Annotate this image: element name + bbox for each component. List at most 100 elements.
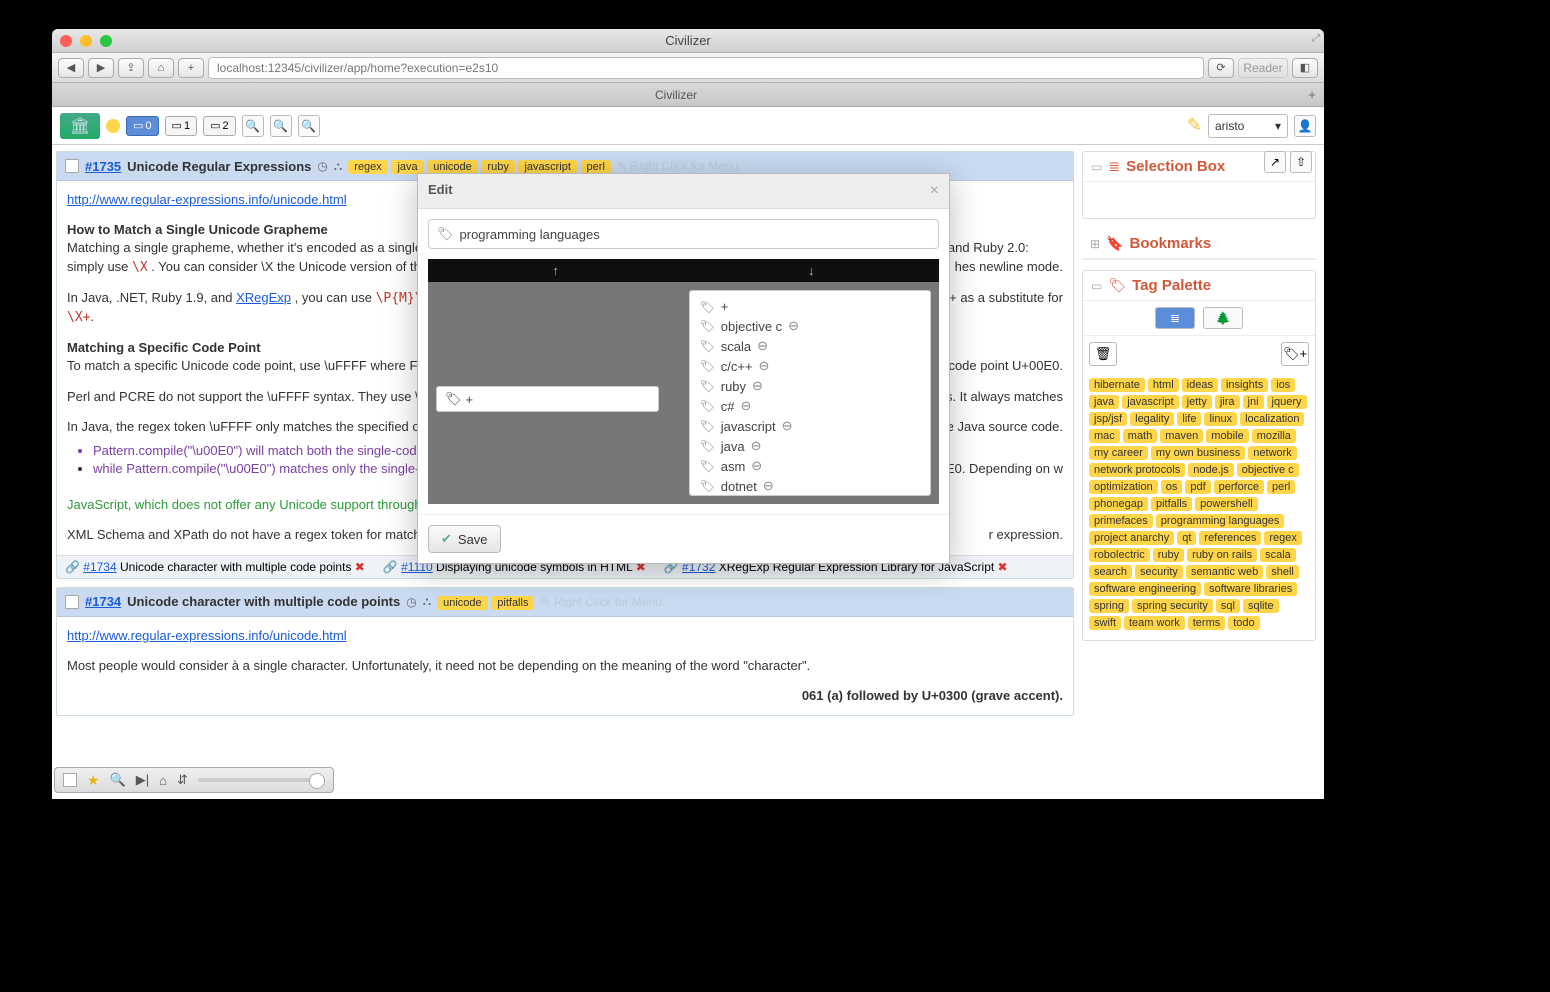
palette-tag[interactable]: objective c (1237, 463, 1299, 477)
forward-button[interactable]: ▶ (88, 58, 114, 78)
child-tag-item[interactable]: 🏷asm ⊖ (700, 456, 921, 476)
remove-child-icon[interactable]: ⊖ (740, 398, 751, 414)
palette-tag[interactable]: life (1177, 412, 1201, 426)
collapse-icon[interactable]: ▭ (1091, 279, 1102, 293)
remove-child-icon[interactable]: ⊖ (788, 318, 799, 334)
palette-tag[interactable]: semantic web (1186, 565, 1263, 579)
palette-tag[interactable]: project anarchy (1089, 531, 1174, 545)
remove-child-icon[interactable]: ⊖ (757, 338, 768, 354)
palette-tag[interactable]: swift (1089, 616, 1121, 630)
palette-tag[interactable]: terms (1188, 616, 1226, 630)
user-button[interactable]: 👤 (1294, 115, 1316, 137)
palette-tag[interactable]: references (1199, 531, 1261, 545)
checkbox[interactable] (63, 773, 77, 787)
tag-unicode[interactable]: unicode (437, 596, 488, 610)
pane-2-button[interactable]: ▭ 2 (203, 116, 236, 136)
app-logo[interactable]: 🏛 (60, 113, 100, 139)
tag-javascript[interactable]: javascript (518, 160, 576, 174)
save-button[interactable]: ✔Save (428, 525, 501, 553)
parent-arrow[interactable]: ↑ (428, 259, 684, 282)
child-tag-item[interactable]: 🏷dotnet ⊖ (700, 476, 921, 496)
palette-tag[interactable]: mobile (1206, 429, 1248, 443)
palette-tag[interactable]: software libraries (1204, 582, 1297, 596)
palette-tag[interactable]: network (1248, 446, 1297, 460)
fragment-checkbox[interactable] (65, 159, 79, 173)
reader-button[interactable]: Reader (1238, 58, 1288, 78)
child-tag-item[interactable]: 🏷javascript ⊖ (700, 416, 921, 436)
palette-tag[interactable]: jetty (1182, 395, 1212, 409)
palette-tag[interactable]: team work (1124, 616, 1185, 630)
palette-tag[interactable]: maven (1160, 429, 1203, 443)
palette-tag[interactable]: linux (1204, 412, 1237, 426)
fragment-header[interactable]: #1734 Unicode character with multiple co… (57, 588, 1073, 617)
next-icon[interactable]: ▶| (136, 772, 149, 788)
palette-tag[interactable]: mozilla (1252, 429, 1296, 443)
child-tag-item[interactable]: 🏷+ (700, 297, 921, 316)
palette-tag[interactable]: qt (1177, 531, 1196, 545)
remove-child-icon[interactable]: ⊖ (759, 358, 770, 374)
palette-tag[interactable]: legality (1130, 412, 1174, 426)
sun-icon[interactable] (106, 119, 120, 133)
fragment-checkbox[interactable] (65, 595, 79, 609)
nav-up-2[interactable]: ⇧ (1290, 151, 1312, 173)
nav-up-1[interactable]: ↗ (1264, 151, 1286, 173)
trash-button[interactable]: 🗑 (1089, 342, 1117, 366)
palette-tag[interactable]: os (1161, 480, 1183, 494)
remove-related[interactable]: ✖ (998, 560, 1008, 574)
fragment-id[interactable]: #1734 (85, 594, 121, 609)
tag-ruby[interactable]: ruby (481, 160, 514, 174)
add-tag-button[interactable]: 🏷+ (1281, 342, 1309, 366)
palette-tag[interactable]: primefaces (1089, 514, 1153, 528)
remove-child-icon[interactable]: ⊖ (782, 418, 793, 434)
fullscreen-icon[interactable]: ⤢ (1312, 33, 1320, 44)
search-1-button[interactable]: 🔍 (242, 115, 264, 137)
fragment-id[interactable]: #1735 (85, 159, 121, 174)
palette-tag[interactable]: ruby (1153, 548, 1184, 562)
share-button[interactable]: ⇪ (118, 58, 144, 78)
palette-tag[interactable]: jsp/jsf (1089, 412, 1127, 426)
palette-tag[interactable]: software engineering (1089, 582, 1201, 596)
palette-tag[interactable]: spring security (1132, 599, 1213, 613)
expand-icon[interactable]: ⊞ (1090, 237, 1100, 251)
palette-tag[interactable]: javascript (1122, 395, 1178, 409)
related-link[interactable]: #1734 (83, 560, 116, 574)
child-tag-item[interactable]: 🏷c# ⊖ (700, 396, 921, 416)
xregexp-link[interactable]: XRegExp (236, 290, 291, 305)
palette-tag[interactable]: jquery (1267, 395, 1307, 409)
add-parent-input[interactable]: 🏷+ (436, 386, 659, 412)
remove-child-icon[interactable]: ⊖ (763, 478, 774, 494)
palette-tag[interactable]: pdf (1185, 480, 1210, 494)
palette-tag[interactable]: sqlite (1243, 599, 1279, 613)
tree-view-button[interactable]: 🌲 (1203, 307, 1243, 329)
zoom-slider[interactable] (198, 778, 325, 782)
palette-tag[interactable]: html (1148, 378, 1179, 392)
new-tab-button[interactable]: + (1300, 87, 1324, 102)
menu-button[interactable]: ◧ (1292, 58, 1318, 78)
palette-tag[interactable]: spring (1089, 599, 1129, 613)
search-icon[interactable]: 🔍 (110, 772, 126, 788)
home-button[interactable]: ⌂ (148, 58, 174, 78)
palette-tag[interactable]: node.js (1188, 463, 1233, 477)
tag-unicode[interactable]: unicode (427, 160, 478, 174)
collapse-icon[interactable]: ▭ (1091, 160, 1102, 174)
remove-child-icon[interactable]: ⊖ (752, 378, 763, 394)
palette-tag[interactable]: localization (1240, 412, 1304, 426)
palette-tag[interactable]: ideas (1182, 378, 1218, 392)
palette-tag[interactable]: sql (1216, 599, 1240, 613)
palette-tag[interactable]: perforce (1214, 480, 1264, 494)
tag-name-input[interactable]: 🏷 programming languages (428, 219, 939, 249)
tag-perl[interactable]: perl (581, 160, 611, 174)
url-field[interactable]: localhost:12345/civilizer/app/home?execu… (208, 57, 1204, 79)
palette-tag[interactable]: scala (1260, 548, 1296, 562)
child-tag-item[interactable]: 🏷ruby ⊖ (700, 376, 921, 396)
palette-tag[interactable]: security (1135, 565, 1183, 579)
palette-tag[interactable]: regex (1264, 531, 1302, 545)
palette-tag[interactable]: ruby on rails (1187, 548, 1257, 562)
tag-java[interactable]: java (391, 160, 423, 174)
palette-tag[interactable]: ios (1271, 378, 1295, 392)
palette-tag[interactable]: search (1089, 565, 1132, 579)
palette-tag[interactable]: java (1089, 395, 1119, 409)
palette-tag[interactable]: pitfalls (1151, 497, 1192, 511)
sort-icon[interactable]: ⇵ (177, 772, 188, 788)
browser-tab[interactable]: Civilizer (52, 88, 1300, 102)
